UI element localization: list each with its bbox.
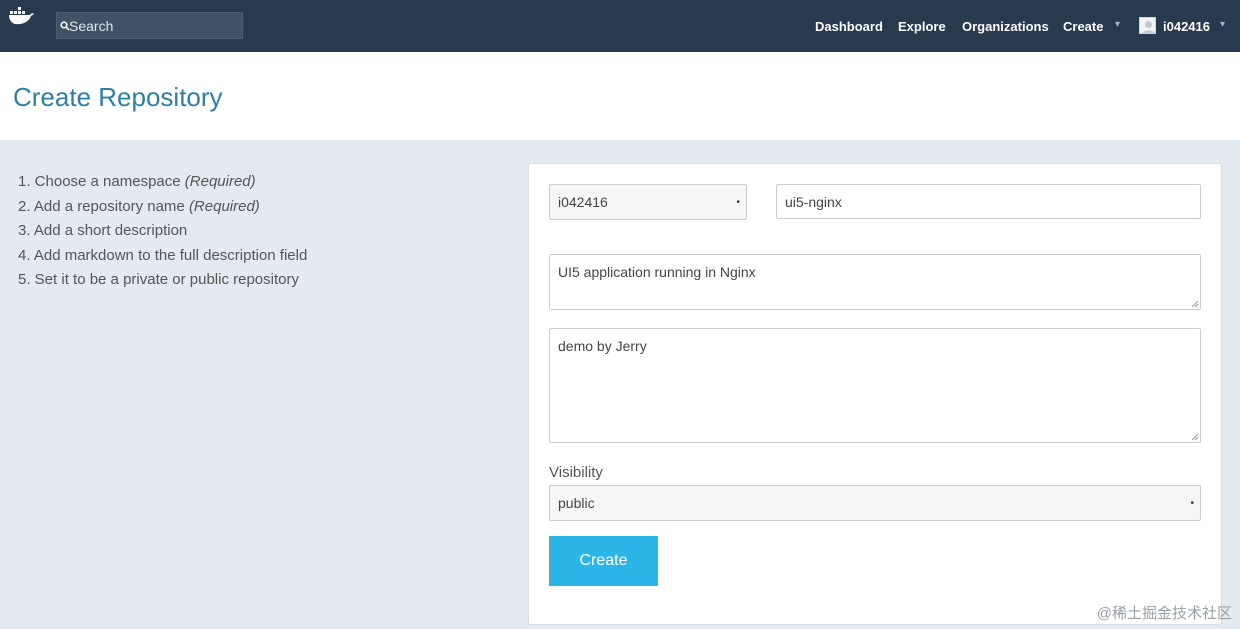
repository-name-input[interactable] [776,184,1201,219]
avatar[interactable] [1139,17,1156,34]
page-title: Create Repository [13,82,223,112]
namespace-value: i042416 [558,194,608,210]
nav-explore-link[interactable]: Explore [898,19,946,34]
nav-create-menu[interactable]: Create [1063,19,1103,34]
nav-organizations-link[interactable]: Organizations [962,19,1049,34]
create-button[interactable]: Create [549,536,658,586]
step-item: 4. Add markdown to the full description … [18,246,308,264]
nav-dashboard-link[interactable]: Dashboard [815,19,883,34]
user-menu-name[interactable]: i042416 [1163,19,1210,34]
resize-handle-icon[interactable] [1191,433,1199,441]
visibility-value: public [558,495,595,511]
docker-logo-icon[interactable] [8,6,36,26]
namespace-select[interactable]: i042416 • [549,184,747,220]
watermark-text: @稀土掘金技术社区 [1096,605,1232,622]
create-repository-form: i042416 • UI5 application running in Ngi… [528,163,1222,625]
user-caret-icon[interactable]: ▾ [1220,19,1225,30]
top-navbar: Dashboard Explore Organizations Create ▾… [0,0,1240,52]
step-item: 1. Choose a namespace (Required) [18,173,256,190]
step-item: 2. Add a repository name (Required) [18,197,260,215]
search-input[interactable] [69,13,239,38]
create-caret-icon[interactable]: ▾ [1115,19,1120,30]
visibility-label: Visibility [549,464,603,481]
full-description-textarea[interactable]: demo by Jerry [549,328,1201,443]
step-item: 3. Add a short description [18,222,188,240]
select-arrow-icon: • [1190,498,1194,509]
select-arrow-icon: • [736,197,740,208]
required-tag: (Required) [188,197,260,215]
resize-handle-icon[interactable] [1191,300,1199,308]
step-item: 5. Set it to be a private or public repo… [18,271,299,289]
page-header: Create Repository [0,52,1240,140]
instruction-steps: 1. Choose a namespace (Required) 2. Add … [18,172,307,295]
search-box[interactable] [56,12,243,39]
user-avatar-icon [1141,21,1155,33]
visibility-select[interactable]: public • [549,485,1201,521]
required-tag: (Required) [184,173,256,190]
short-description-textarea[interactable]: UI5 application running in Nginx [549,254,1201,310]
